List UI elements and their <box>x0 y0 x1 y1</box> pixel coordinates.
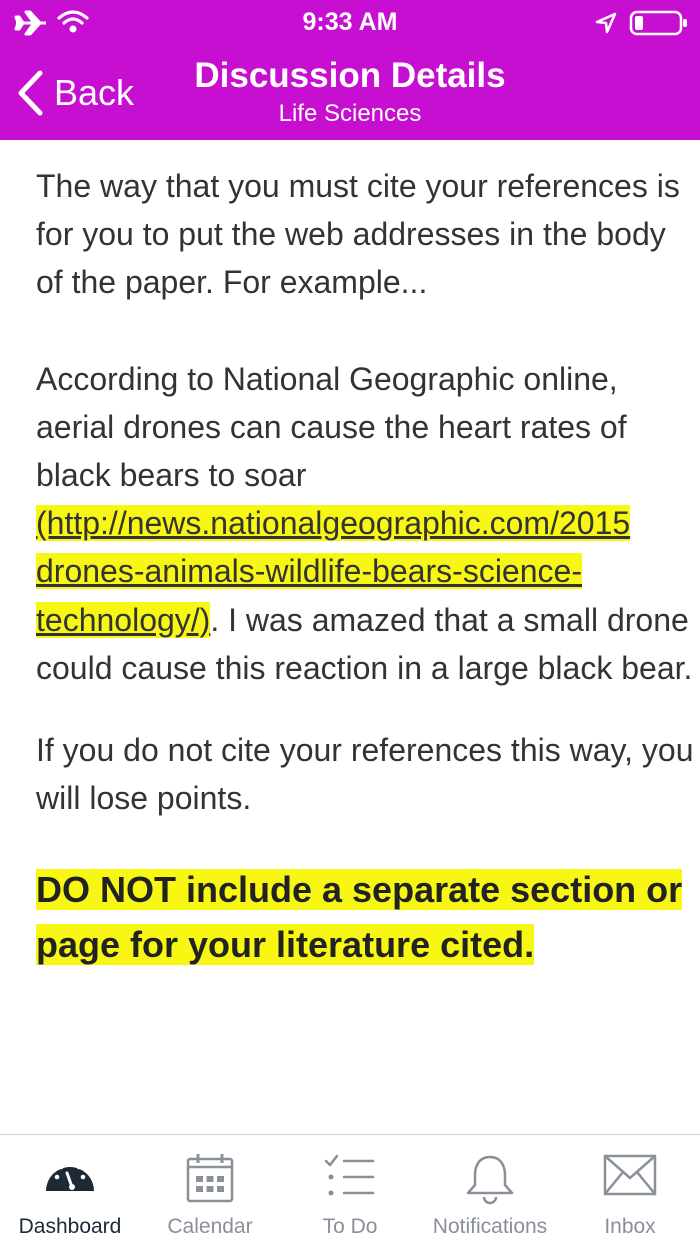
calendar-icon <box>186 1154 234 1203</box>
tab-calendar[interactable]: Calendar <box>140 1135 280 1244</box>
tab-dashboard[interactable]: Dashboard <box>0 1135 140 1244</box>
page-subtitle: Life Sciences <box>278 100 422 127</box>
tab-inbox[interactable]: Inbox <box>560 1135 700 1244</box>
tab-label: To Do <box>322 1215 378 1238</box>
paragraph-example: According to National Geographic online,… <box>36 355 700 692</box>
tab-label: Calendar <box>167 1215 253 1238</box>
paragraph-penalty: If you do not cite your references this … <box>36 732 694 817</box>
reference-link-continued[interactable]: drones-animals-wildlife-bears-science- <box>36 553 582 590</box>
warning-highlight: DO NOT include a separate section or pag… <box>36 869 683 966</box>
discussion-body: The way that you must cite your referenc… <box>36 162 700 972</box>
tab-bar: Dashboard Calendar To Do Notifications I… <box>0 1134 700 1244</box>
dashboard-icon <box>46 1160 94 1191</box>
page-title: Discussion Details <box>194 56 506 95</box>
reference-link[interactable]: (http://news.nationalgeographic.com/2015 <box>36 505 631 542</box>
tab-label: Notifications <box>432 1215 548 1238</box>
navigation-header: 9:33 AM Back Discussion Details Life Sci… <box>0 0 700 140</box>
bell-icon <box>466 1155 514 1205</box>
reference-link-end[interactable]: technology/) <box>36 601 211 638</box>
mail-icon <box>603 1154 657 1196</box>
tab-todo[interactable]: To Do <box>280 1135 420 1244</box>
paragraph-citation-rule: The way that you must cite your referenc… <box>36 168 680 301</box>
todo-icon <box>324 1154 374 1196</box>
tab-notifications[interactable]: Notifications <box>420 1135 560 1244</box>
tab-label: Inbox <box>604 1215 656 1238</box>
battery-icon <box>629 10 687 36</box>
location-arrow-icon <box>595 12 617 34</box>
example-text: According to National Geographic online,… <box>36 360 627 494</box>
tab-label: Dashboard <box>18 1215 122 1238</box>
warning-text: DO NOT include a separate section or pag… <box>36 862 700 972</box>
status-bar: 9:33 AM <box>0 0 700 44</box>
